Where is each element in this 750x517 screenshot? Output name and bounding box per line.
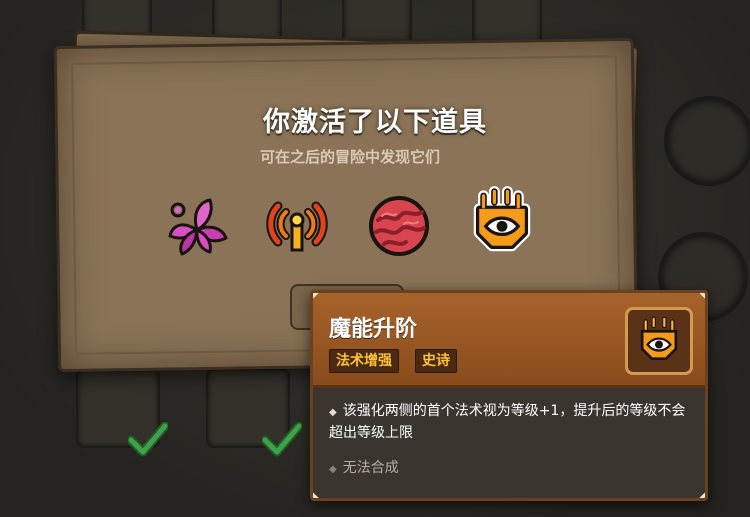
tooltip-note: ◆ 无法合成 — [329, 457, 399, 477]
pink-leaf-icon[interactable] — [162, 190, 232, 260]
red-coral-orb-icon[interactable] — [364, 190, 434, 260]
tooltip-description: ◆ 该强化两侧的首个法术视为等级+1，提升后的等级不会超出等级上限 — [329, 401, 689, 444]
corner-ornament — [699, 492, 705, 498]
checkmark-icon — [128, 422, 168, 457]
dialog-title: 你激活了以下道具 — [263, 107, 487, 138]
corner-ornament — [313, 492, 319, 498]
checkmark-icon — [262, 422, 302, 457]
tag-rarity-epic: 史诗 — [415, 349, 457, 373]
eye-hand-rune-icon — [625, 307, 693, 375]
item-tooltip-card: 魔能升阶 法术增强 史诗 ◆ 该强化两侧的首个法术视为等级+1，提升后的等级不会超… — [310, 290, 708, 501]
diamond-bullet-icon: ◆ — [329, 407, 337, 418]
description-text: 该强化两侧的首个法术视为等级+1，提升后的等级不会超出等级上限 — [329, 403, 686, 441]
note-text: 无法合成 — [342, 460, 399, 476]
diamond-bullet-icon: ◆ — [329, 464, 337, 475]
dialog-subtitle: 可在之后的冒险中发现它们 — [259, 148, 440, 166]
signal-tower-icon[interactable] — [262, 190, 332, 260]
tooltip-title: 魔能升阶 — [329, 317, 418, 342]
tag-spell-enhance: 法术增强 — [329, 349, 399, 373]
eye-hand-rune-icon[interactable] — [464, 184, 540, 262]
